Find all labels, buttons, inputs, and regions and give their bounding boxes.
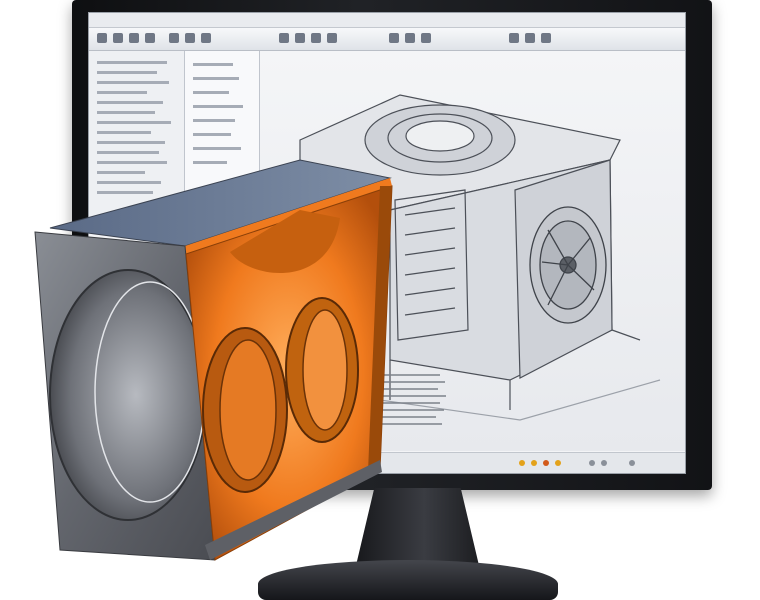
photo-scene: [0, 0, 760, 600]
cutaway-fan-housing: [34, 159, 393, 561]
drawing-notes: [378, 374, 446, 425]
fan-icon: [529, 206, 607, 324]
cad-illustration: [34, 94, 661, 561]
